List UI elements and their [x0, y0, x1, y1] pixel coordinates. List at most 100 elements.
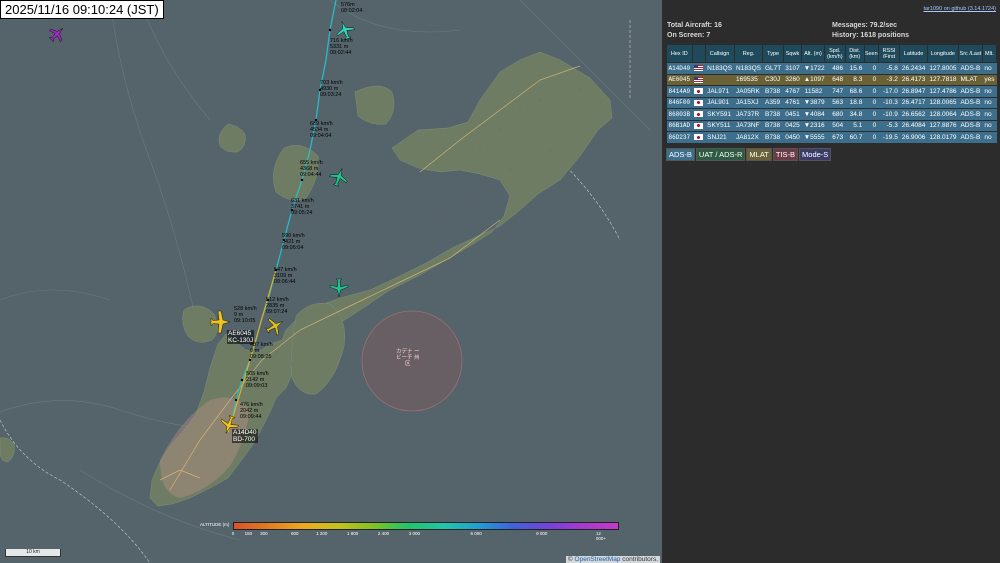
- cell-dist: 18.8: [845, 97, 865, 109]
- cell-seen: 0: [864, 131, 879, 144]
- column-header[interactable]: Src /Last: [957, 44, 983, 63]
- table-row[interactable]: A14D40 N183QS N183QS GL7T 3107 ▼ 1722 486 15.6 0-…: [666, 62, 997, 75]
- trail-label: 655 km/h 4368 m 09:04:44: [300, 160, 323, 178]
- cell-flag: [692, 62, 706, 75]
- cell-mlt: yes: [982, 74, 997, 86]
- cell-flag: [692, 120, 706, 132]
- cell-hex: A14D40: [666, 62, 693, 75]
- altitude-value: 4084: [810, 110, 825, 118]
- cell-sqwk: 4767: [783, 85, 802, 98]
- source-filter-uat-ads-r[interactable]: UAT / ADS-R: [695, 148, 746, 161]
- aircraft-icon-magenta[interactable]: [46, 23, 69, 46]
- altitude-color-bar: [233, 522, 619, 530]
- table-row[interactable]: 86D237 SNJ21 JA812X B738 0450 ▼ 5555 673 60.7 0 -1…: [666, 131, 997, 144]
- column-header[interactable]: [691, 44, 706, 63]
- source-filter-ads-b[interactable]: ADS-B: [666, 148, 695, 161]
- messages-value: 79.2/sec: [869, 22, 897, 29]
- cell-type: B738: [762, 108, 784, 121]
- column-header[interactable]: Hex ID: [666, 44, 693, 63]
- altitude-value: 5555: [810, 133, 825, 141]
- cell-alt: ▼ 2316: [801, 120, 825, 132]
- cell-lon: 128.0064: [927, 108, 959, 121]
- column-header[interactable]: Dist. (km): [844, 44, 865, 63]
- cell-lat: 26.6562: [899, 108, 928, 121]
- source-filter-mode-s[interactable]: Mode-S: [799, 148, 832, 161]
- column-header[interactable]: Spd. (km/h): [823, 44, 846, 63]
- cell-src: ADS-B: [958, 131, 983, 144]
- map-view[interactable]: 2025/11/16 09:10:24 (JST) 576m 08:02:04 …: [0, 0, 662, 563]
- aircraft-icon-yellow[interactable]: [263, 314, 288, 339]
- table-row[interactable]: 86B1AD SKY511 JA73NF B738 0425 ▼ 2316 504 5.1 0 -5…: [666, 120, 997, 132]
- cell-type: B738: [762, 120, 784, 132]
- column-header[interactable]: Mlt.: [981, 44, 998, 63]
- airport-label: カデナ ー ビーチ 州 区: [396, 349, 420, 367]
- column-header[interactable]: Type: [762, 44, 784, 63]
- cell-hex: 86D237: [666, 131, 693, 144]
- altitude-tick: 3 000: [408, 531, 421, 536]
- altitude-tick: 9 000: [536, 531, 548, 536]
- column-header[interactable]: RSSI /First: [877, 44, 901, 63]
- cell-seen: 0: [864, 108, 879, 121]
- cell-dist: 68.6: [845, 85, 865, 98]
- cell-mlt: no: [982, 62, 997, 75]
- column-header[interactable]: Latitude: [899, 44, 928, 63]
- aircraft-tag[interactable]: AE6045 KC-130J: [227, 330, 255, 344]
- cell-mlt: no: [982, 97, 997, 109]
- cell-seen: 0: [864, 97, 879, 109]
- altitude-value: 1097: [810, 76, 825, 84]
- altitude-tick: 2 400: [377, 531, 390, 536]
- onscreen-label: On Screen:: [667, 32, 705, 39]
- cell-rssi: -10.9: [878, 108, 900, 121]
- scale-bar: 10 km: [5, 549, 61, 557]
- cell-reg: JA05RK: [734, 85, 763, 98]
- flag-icon: [694, 122, 704, 129]
- cell-mlt: no: [982, 85, 997, 98]
- cell-sqwk: 0425: [783, 120, 802, 132]
- cell-hex: 8414A9: [666, 85, 693, 98]
- github-link[interactable]: tar1090 on github (3.14.1724): [924, 6, 996, 12]
- aircraft-tag[interactable]: A14D40 BD-700: [232, 429, 258, 443]
- source-filter-tis-b[interactable]: TIS-B: [772, 148, 799, 161]
- cell-flag: [692, 85, 706, 98]
- column-header[interactable]: Alt. (m): [801, 44, 825, 63]
- cell-type: B738: [762, 85, 784, 98]
- cell-spd: 680: [824, 108, 846, 121]
- table-row[interactable]: 8414A9 JAL971 JA05RK B738 4767 11582 747 68.6 0-…: [666, 85, 997, 98]
- cell-seen: 0: [864, 120, 879, 132]
- cell-rssi: -5.8: [878, 62, 900, 75]
- cell-spd: 504: [824, 120, 846, 132]
- attribution-prefix: ©: [567, 556, 575, 563]
- cell-callsign: SKY591: [705, 108, 735, 121]
- cell-reg: JA737R: [734, 108, 763, 121]
- column-header[interactable]: Seen: [863, 44, 879, 63]
- column-header[interactable]: Sqwk: [782, 44, 803, 63]
- column-header[interactable]: Reg.: [733, 44, 764, 63]
- trail-label: 631 km/h 3741 m 09:05:24: [291, 198, 314, 216]
- trail-label: 716 km/h 5331 m 09:02:44: [330, 38, 353, 56]
- cell-callsign: JAL971: [705, 85, 735, 98]
- cell-spd: 486: [824, 62, 846, 75]
- altitude-value: 2316: [810, 122, 825, 130]
- column-header[interactable]: Callsign: [704, 44, 735, 63]
- map-attribution: © OpenStreetMap contributors.: [565, 556, 660, 563]
- cell-alt: 11582: [801, 85, 825, 98]
- cell-seen: 0: [864, 74, 879, 86]
- aircraft-icon-green-east[interactable]: [329, 278, 349, 298]
- cell-src: ADS-B: [958, 108, 983, 121]
- column-header[interactable]: Longitude: [926, 44, 959, 63]
- trail-label: 689 km/h 4534 m 09:04:04: [310, 121, 333, 139]
- cell-rssi: -5.3: [878, 120, 900, 132]
- table-row[interactable]: AE6045 169535 C30J 3260 ▲ 1097 648 8.3 0 -3.2 26.4…: [666, 74, 997, 86]
- altitude-value: 3879: [810, 99, 825, 107]
- source-filter-mlat[interactable]: MLAT: [746, 148, 772, 161]
- cell-lon: 127.7818: [927, 74, 959, 86]
- cell-dist: 8.3: [845, 74, 865, 86]
- table-row[interactable]: 86803B SKY591 JA737R B738 0451 ▼ 4084 680 34.8 0-…: [666, 108, 997, 121]
- cell-callsign: SNJ21: [705, 131, 735, 144]
- table-row[interactable]: 846F00 JAL901 JA15XJ A359 4761 ▼ 3879 563 18.8 0-…: [666, 97, 997, 109]
- cell-flag: [692, 131, 706, 144]
- flag-icon: [694, 111, 704, 118]
- aircraft-icon-green-mid[interactable]: [327, 165, 350, 188]
- cell-src: ADS-B: [958, 97, 983, 109]
- osm-link[interactable]: OpenStreetMap: [575, 556, 621, 563]
